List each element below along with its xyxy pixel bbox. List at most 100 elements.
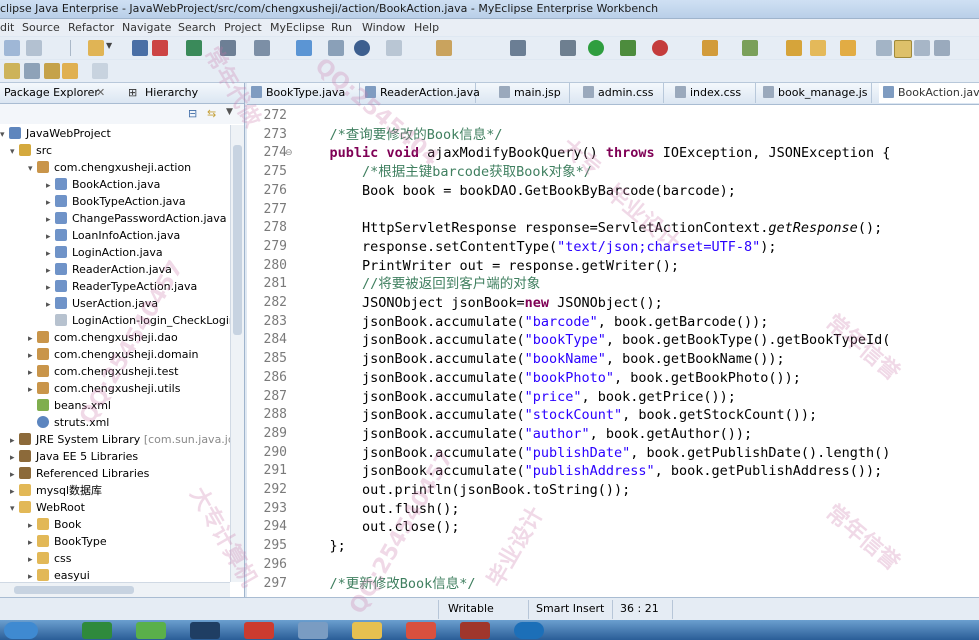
tree-horizontal-scrollbar[interactable]: [0, 582, 230, 597]
web-icon[interactable]: [186, 40, 202, 56]
menu-help[interactable]: Help: [414, 21, 439, 34]
palette-icon[interactable]: [436, 40, 452, 56]
close-icon[interactable]: ✕: [96, 86, 105, 99]
tab-admin-css[interactable]: admin.css: [579, 83, 664, 103]
fold-toggle-icon[interactable]: ⊖: [285, 148, 293, 158]
code-line[interactable]: HttpServletResponse response=ServletActi…: [297, 219, 882, 238]
code-line[interactable]: jsonBook.accumulate("price", book.getPri…: [297, 388, 736, 407]
code-line[interactable]: jsonBook.accumulate("bookName", book.get…: [297, 350, 785, 369]
open-type-icon[interactable]: [702, 40, 718, 56]
new-icon[interactable]: [4, 40, 20, 56]
tree-item-file[interactable]: ▸ LoginAction.java: [46, 244, 163, 261]
monitor-icon[interactable]: [510, 40, 526, 56]
tab-main-jsp[interactable]: main.jsp: [495, 83, 570, 103]
tree-item-folder[interactable]: ▸ Book: [28, 516, 81, 533]
tree-item-project[interactable]: ▾ JavaWebProject: [0, 125, 111, 142]
tree-item-file[interactable]: ▸ ReaderTypeAction.java: [46, 278, 197, 295]
tree-item-folder[interactable]: ▸ mysql数据库: [10, 482, 102, 499]
code-line[interactable]: jsonBook.accumulate("author", book.getAu…: [297, 425, 752, 444]
code-line[interactable]: jsonBook.accumulate("bookPhoto", book.ge…: [297, 369, 801, 388]
forward-icon[interactable]: [92, 63, 108, 79]
tab-package-explorer[interactable]: Package Explorer: [4, 86, 99, 99]
code-line[interactable]: public void ajaxModifyBookQuery() throws…: [297, 144, 891, 163]
collapse-all-icon[interactable]: ⊟: [188, 107, 197, 120]
back-icon[interactable]: [62, 63, 78, 79]
code-line[interactable]: jsonBook.accumulate("barcode", book.getB…: [297, 313, 768, 332]
pin-icon[interactable]: [876, 40, 892, 56]
tab-book-manage-js[interactable]: book_manage.js: [759, 83, 872, 103]
tree-item-package[interactable]: ▾ com.chengxusheji.action: [28, 159, 191, 176]
search-icon[interactable]: [254, 40, 270, 56]
view-menu-icon[interactable]: ▼: [226, 107, 233, 117]
tree-item-folder[interactable]: ▸ css: [28, 550, 72, 567]
code-line[interactable]: out.println(jsonBook.toString());: [297, 481, 630, 500]
code-line[interactable]: out.close();: [297, 518, 460, 537]
paragraph-icon[interactable]: [934, 40, 950, 56]
tree-item-file[interactable]: ▸ UserAction.java: [46, 295, 158, 312]
debug-icon[interactable]: [560, 40, 576, 56]
tree-vertical-scrollbar[interactable]: [230, 125, 244, 582]
tree-item-library[interactable]: ▸JRE System Library [com.sun.java.jdk.w: [10, 431, 230, 448]
code-line[interactable]: Book book = bookDAO.GetBookByBarcode(bar…: [297, 182, 736, 201]
tree-item-folder[interactable]: ▸ BookType: [28, 533, 107, 550]
tree-item-file[interactable]: ▸ ChangePasswordAction.java: [46, 210, 227, 227]
app-taskbar-icon[interactable]: [460, 622, 490, 639]
tools-icon[interactable]: [220, 40, 236, 56]
last-edit-icon[interactable]: [44, 63, 60, 79]
tree-item-package[interactable]: ▸ com.chengxusheji.domain: [28, 346, 199, 363]
start-button[interactable]: [4, 622, 38, 639]
myeclipse-taskbar-icon[interactable]: [190, 622, 220, 639]
open-folder-icon[interactable]: [840, 40, 856, 56]
code-line[interactable]: PrintWriter out = response.getWriter();: [297, 257, 679, 276]
run-icon[interactable]: [588, 40, 604, 56]
tree-item-library[interactable]: ▸ Java EE 5 Libraries: [10, 448, 138, 465]
tree-item-file[interactable]: ▸ BookTypeAction.java: [46, 193, 186, 210]
menu-edit[interactable]: dit: [0, 21, 14, 34]
code-line[interactable]: /*更新修改Book信息*/: [297, 575, 476, 594]
globe-icon[interactable]: [354, 40, 370, 56]
highlight-icon[interactable]: [894, 40, 912, 58]
pencil-icon[interactable]: [810, 40, 826, 56]
app-taskbar-icon[interactable]: [136, 622, 166, 639]
tree-item-package[interactable]: ▸ com.chengxusheji.dao: [28, 329, 178, 346]
menu-navigate[interactable]: Navigate: [122, 21, 171, 34]
tree-item-folder[interactable]: ▾ WebRoot: [10, 499, 85, 516]
menu-refactor[interactable]: Refactor: [68, 21, 114, 34]
app-taskbar-icon[interactable]: [514, 622, 544, 639]
link-editor-icon[interactable]: ⇆: [207, 107, 216, 120]
code-line[interactable]: };: [297, 537, 346, 556]
code-area[interactable]: /*查询要修改的Book信息*/ public void ajaxModifyB…: [297, 105, 977, 597]
menu-myeclipse[interactable]: MyEclipse: [270, 21, 325, 34]
code-line[interactable]: out.flush();: [297, 500, 460, 519]
tree-item-library[interactable]: ▸ Referenced Libraries: [10, 465, 149, 482]
tree-item-src[interactable]: ▾ src: [10, 142, 52, 159]
code-line[interactable]: jsonBook.accumulate("publishDate", book.…: [297, 444, 890, 463]
stop-icon[interactable]: [652, 40, 668, 56]
code-line[interactable]: response.setContentType("text/json;chars…: [297, 238, 777, 257]
tree-item-package[interactable]: ▸ com.chengxusheji.utils: [28, 380, 180, 397]
tree-item-file[interactable]: ▸ LoanInfoAction.java: [46, 227, 180, 244]
code-line[interactable]: jsonBook.accumulate("publishAddress", bo…: [297, 462, 882, 481]
server-icon[interactable]: [132, 40, 148, 56]
refresh-icon[interactable]: [742, 40, 758, 56]
tab-index-css[interactable]: index.css: [671, 83, 756, 103]
menu-run[interactable]: Run: [331, 21, 352, 34]
menu-source[interactable]: Source: [22, 21, 60, 34]
tab-booktype-java[interactable]: BookType.java: [247, 83, 360, 103]
tab-bookaction-java[interactable]: BookAction.java: [879, 83, 979, 103]
deploy-icon[interactable]: [152, 40, 168, 56]
menu-project[interactable]: Project: [224, 21, 262, 34]
link-icon[interactable]: [328, 40, 344, 56]
new-project-icon[interactable]: [88, 40, 104, 56]
toggle-icon[interactable]: [914, 40, 930, 56]
code-line[interactable]: /*根据主键barcode获取Book对象*/: [297, 163, 592, 182]
db-icon[interactable]: [296, 40, 312, 56]
tree-item-file[interactable]: LoginAction-login_CheckLogin-v: [46, 312, 230, 329]
report-icon[interactable]: [386, 40, 402, 56]
tab-hierarchy[interactable]: Hierarchy: [145, 86, 198, 99]
app-taskbar-icon[interactable]: [298, 622, 328, 639]
save-icon[interactable]: [26, 40, 42, 56]
code-line[interactable]: /*查询要修改的Book信息*/: [297, 126, 503, 145]
run-config-icon[interactable]: [620, 40, 636, 56]
folder-icon[interactable]: [786, 40, 802, 56]
